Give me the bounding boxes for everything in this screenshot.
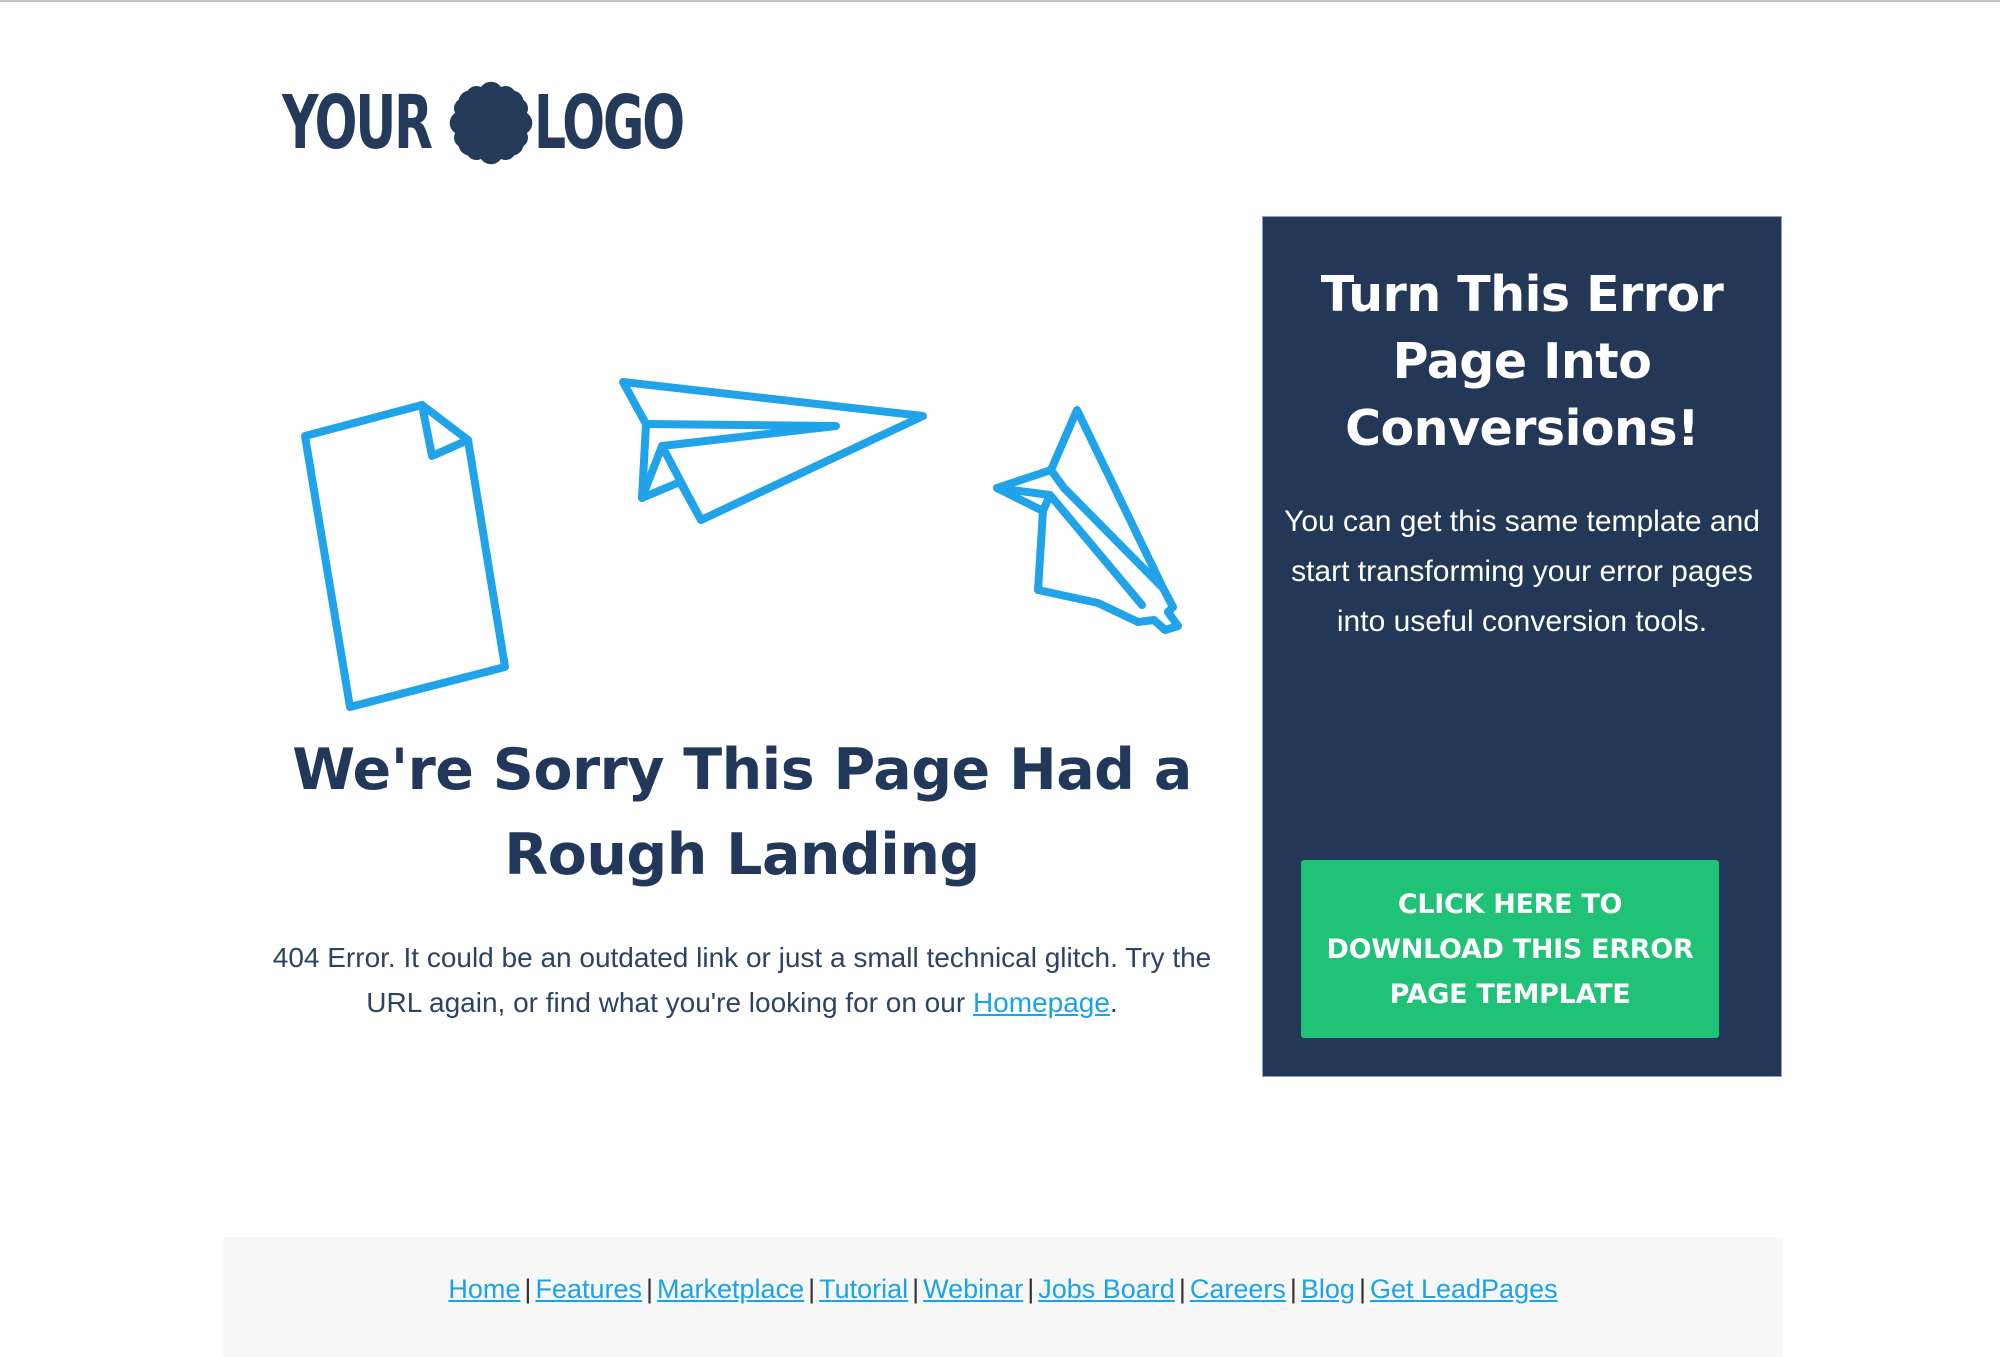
illustration bbox=[280, 360, 1210, 711]
scalloped-badge-icon bbox=[449, 81, 533, 165]
footer-separator: | bbox=[1178, 1274, 1186, 1304]
error-message: 404 Error. It could be an outdated link … bbox=[252, 935, 1232, 1025]
footer-separator: | bbox=[808, 1274, 816, 1304]
homepage-link[interactable]: Homepage bbox=[973, 987, 1110, 1018]
footer-separator: | bbox=[646, 1274, 654, 1304]
paper-plane-icon bbox=[619, 378, 927, 524]
footer-link-careers[interactable]: Careers bbox=[1190, 1274, 1286, 1304]
footer-link-features[interactable]: Features bbox=[535, 1274, 642, 1304]
document-icon bbox=[301, 401, 509, 711]
footer-link-jobs-board[interactable]: Jobs Board bbox=[1038, 1274, 1175, 1304]
footer-separator: | bbox=[524, 1274, 532, 1304]
page-title: We're Sorry This Page Had a Rough Landin… bbox=[292, 737, 1192, 888]
top-border bbox=[0, 0, 2000, 2]
footer-separator: | bbox=[912, 1274, 920, 1304]
download-template-button[interactable]: Click Here To Download This Error Page T… bbox=[1301, 860, 1719, 1038]
illustration-svg bbox=[301, 378, 1182, 711]
footer-link-home[interactable]: Home bbox=[448, 1274, 520, 1304]
logo[interactable]: YOUR LOGO bbox=[282, 78, 685, 168]
cta-panel: Turn This Error Page Into Conversions! Y… bbox=[1262, 216, 1782, 1077]
footer-separator: | bbox=[1289, 1274, 1297, 1304]
cta-title: Turn This Error Page Into Conversions! bbox=[1320, 266, 1724, 457]
cta-description: You can get this same template and start… bbox=[1284, 505, 1760, 638]
footer-separator: | bbox=[1027, 1274, 1035, 1304]
footer-link-tutorial[interactable]: Tutorial bbox=[819, 1274, 908, 1304]
footer-nav: Home | Features | Marketplace | Tutorial | Webin… bbox=[223, 1269, 1783, 1309]
logo-text-your: YOUR bbox=[282, 80, 433, 166]
download-template-button-label: Click Here To Download This Error Page T… bbox=[1326, 888, 1694, 1010]
error-message-end: . bbox=[1109, 987, 1118, 1018]
footer-link-webinar[interactable]: Webinar bbox=[923, 1274, 1023, 1304]
footer-link-get-leadpages[interactable]: Get LeadPages bbox=[1370, 1274, 1558, 1304]
crashed-paper-plane-icon bbox=[993, 406, 1182, 634]
footer-link-blog[interactable]: Blog bbox=[1301, 1274, 1355, 1304]
footer-link-marketplace[interactable]: Marketplace bbox=[657, 1274, 804, 1304]
footer: Home | Features | Marketplace | Tutorial | Webin… bbox=[223, 1237, 1783, 1357]
logo-text-logo: LOGO bbox=[534, 80, 685, 166]
footer-separator: | bbox=[1358, 1274, 1366, 1304]
